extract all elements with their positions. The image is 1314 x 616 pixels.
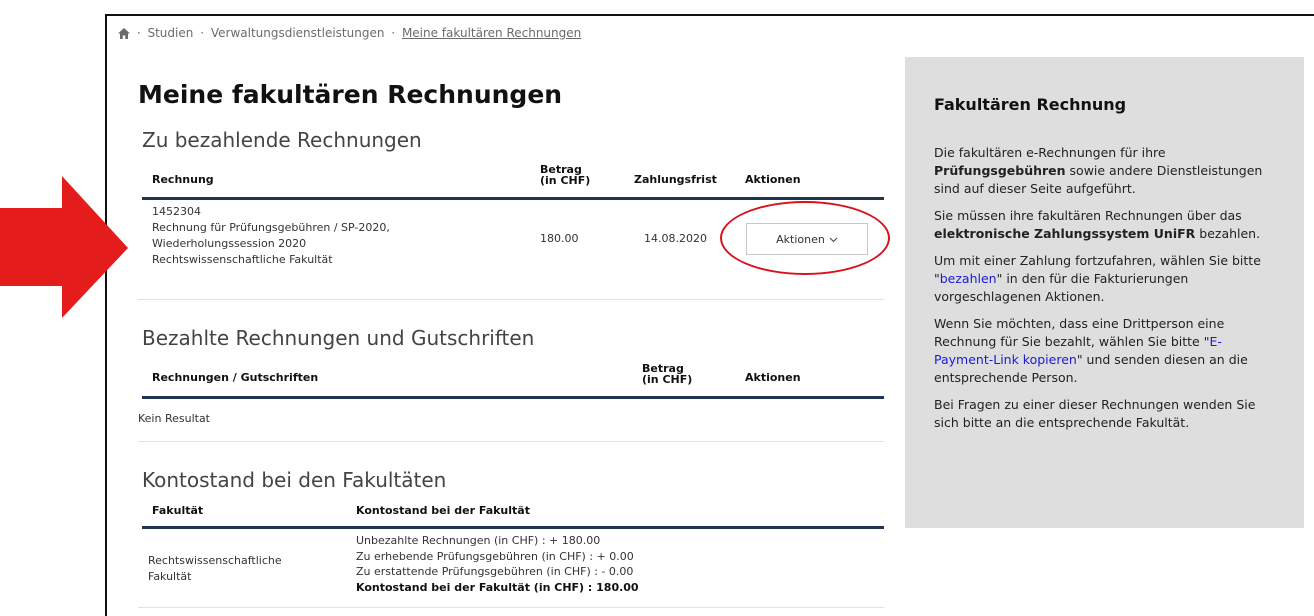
invoice-due-date: 14.08.2020 bbox=[644, 232, 707, 245]
column-header-aktionen: Aktionen bbox=[745, 173, 801, 186]
balance-details: Unbezahlte Rechnungen (in CHF) : + 180.0… bbox=[356, 533, 639, 595]
sidebar-bold-text: Prüfungsgebühren bbox=[934, 163, 1066, 178]
invoice-faculty: Rechtswissenschaftliche Fakultät bbox=[152, 253, 333, 266]
balance-faculty-name: Rechtswissenschaftliche Fakultät bbox=[148, 554, 282, 583]
sidebar-text: Wenn Sie möchten, dass eine Drittperson … bbox=[934, 316, 1225, 349]
sidebar-paragraph-1: Die fakultären e-Rechnungen für ihre Prü… bbox=[934, 144, 1276, 198]
balance-line-to-collect: Zu erhebende Prüfungsgebühren (in CHF) :… bbox=[356, 549, 634, 563]
bezahlen-link[interactable]: bezahlen bbox=[940, 271, 997, 286]
row-divider bbox=[138, 607, 884, 608]
column-header-rechnungen-gutschriften: Rechnungen / Gutschriften bbox=[152, 371, 319, 384]
column-header-rechnung: Rechnung bbox=[152, 173, 214, 186]
paid-invoices-heading: Bezahlte Rechnungen und Gutschriften bbox=[142, 326, 535, 350]
invoice-amount: 180.00 bbox=[540, 232, 579, 245]
column-header-zahlungsfrist: Zahlungsfrist bbox=[634, 173, 717, 186]
row-divider bbox=[138, 441, 884, 442]
sidebar-paragraph-5: Bei Fragen zu einer dieser Rechnungen we… bbox=[934, 397, 1256, 430]
table-header-rule bbox=[142, 197, 884, 200]
table-header-rule bbox=[142, 396, 884, 399]
row-divider bbox=[138, 299, 884, 300]
sidebar-title: Fakultären Rechnung bbox=[934, 95, 1127, 114]
balance-line-to-refund: Zu erstattende Prüfungsgebühren (in CHF)… bbox=[356, 565, 634, 578]
breadcrumb-verwaltungsdienstleistungen[interactable]: Verwaltungsdienstleistungen bbox=[211, 26, 385, 40]
breadcrumb-studien[interactable]: Studien bbox=[147, 26, 193, 40]
breadcrumb-separator: · bbox=[391, 26, 396, 40]
balance-total: Kontostand bei der Fakultät (in CHF) : 1… bbox=[356, 580, 639, 594]
breadcrumb-current[interactable]: Meine fakultären Rechnungen bbox=[402, 26, 581, 40]
sidebar-bold-text: elektronische Zahlungssystem UniFR bbox=[934, 226, 1196, 241]
column-header-aktionen: Aktionen bbox=[745, 371, 801, 384]
page-title: Meine fakultären Rechnungen bbox=[138, 80, 563, 109]
balance-line-unpaid: Unbezahlte Rechnungen (in CHF) : + 180.0… bbox=[356, 534, 601, 547]
breadcrumb: · Studien · Verwaltungsdienstleistungen … bbox=[118, 26, 581, 40]
actions-button-label: Aktionen bbox=[776, 232, 825, 246]
column-header-betrag: Betrag (in CHF) bbox=[642, 362, 693, 386]
sidebar-text: Die fakultären e-Rechnungen für ihre bbox=[934, 145, 1166, 160]
sidebar-text: Sie müssen ihre fakultären Rechnungen üb… bbox=[934, 208, 1242, 223]
sidebar-paragraph-3: Um mit einer Zahlung fortzufahren, wähle… bbox=[934, 252, 1276, 306]
column-header-fakultaet: Fakultät bbox=[152, 504, 204, 517]
breadcrumb-separator: · bbox=[200, 26, 205, 40]
invoice-description: Rechnung für Prüfungsgebühren / SP-2020,… bbox=[152, 221, 390, 250]
faculty-balance-heading: Kontostand bei den Fakultäten bbox=[142, 468, 447, 492]
sidebar-paragraph-2: Sie müssen ihre fakultären Rechnungen üb… bbox=[934, 207, 1276, 243]
unpaid-invoices-heading: Zu bezahlende Rechnungen bbox=[142, 128, 422, 152]
home-icon[interactable] bbox=[118, 26, 130, 40]
column-header-betrag: Betrag (in CHF) bbox=[540, 163, 591, 187]
invoice-number: 1452304 bbox=[152, 205, 201, 218]
red-arrow-annotation bbox=[0, 176, 128, 318]
sidebar-text: bezahlen. bbox=[1195, 226, 1261, 241]
empty-result-text: Kein Resultat bbox=[138, 412, 210, 425]
page-frame-top bbox=[105, 14, 1314, 16]
table-header-rule bbox=[142, 526, 884, 529]
chevron-down-icon bbox=[829, 233, 838, 246]
column-header-kontostand: Kontostand bei der Fakultät bbox=[356, 504, 530, 517]
breadcrumb-separator: · bbox=[136, 26, 141, 40]
main-content: Meine fakultären Rechnungen Zu bezahlend… bbox=[138, 80, 890, 608]
sidebar-paragraph-4: Wenn Sie möchten, dass eine Drittperson … bbox=[934, 315, 1276, 387]
info-sidebar: Fakultären Rechnung Die fakultären e-Rec… bbox=[905, 57, 1304, 528]
invoice-actions-dropdown[interactable]: Aktionen bbox=[746, 223, 868, 255]
invoice-row: 1452304 Rechnung für Prüfungsgebühren / … bbox=[152, 204, 452, 268]
